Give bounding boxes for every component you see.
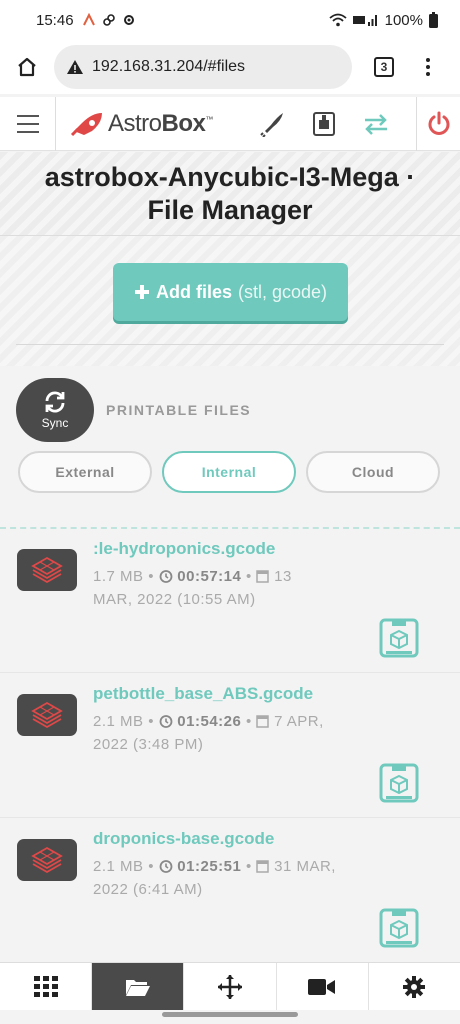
tab-switcher-button[interactable]: 3 xyxy=(374,57,394,77)
link-icon xyxy=(102,14,115,26)
print-file-button[interactable] xyxy=(378,762,420,804)
logo-text-astro: Astro xyxy=(108,109,162,137)
add-files-types: (stl, gcode) xyxy=(237,281,328,302)
hamburger-menu-button[interactable] xyxy=(0,96,56,151)
app-header: AstroBox™ xyxy=(0,96,460,151)
video-camera-icon xyxy=(308,978,336,995)
calendar-icon xyxy=(256,860,270,873)
printable-files-title: PRINTABLE FILES xyxy=(106,402,252,418)
nav-settings[interactable] xyxy=(369,963,460,1010)
layers-model-icon xyxy=(31,556,63,584)
transfer-arrows-icon[interactable] xyxy=(363,113,389,135)
file-thumbnail xyxy=(17,839,77,881)
clock-icon xyxy=(159,860,173,873)
nav-control[interactable] xyxy=(184,963,277,1010)
status-notification-icons xyxy=(82,13,136,27)
file-meta: 2.1 MB • 01:54:26 • 7 APR, 2022 (3:48 PM… xyxy=(93,713,324,753)
storage-tabs: External Internal Cloud xyxy=(18,451,440,493)
file-date-part1: 7 APR, xyxy=(274,713,324,730)
nav-camera[interactable] xyxy=(277,963,369,1010)
file-meta: 2.1 MB • 01:25:51 • 31 MAR, 2022 (6:41 A… xyxy=(93,858,336,898)
file-row[interactable]: :le-hydroponics.gcode 1.7 MB • 00:57:14 … xyxy=(0,531,460,673)
file-row[interactable]: droponics-base.gcode 2.1 MB • 01:25:51 •… xyxy=(0,821,460,963)
file-row[interactable]: petbottle_base_ABS.gcode 2.1 MB • 01:54:… xyxy=(0,676,460,818)
home-icon xyxy=(18,57,36,77)
settings-status-icon xyxy=(123,15,134,25)
tab-external[interactable]: External xyxy=(18,451,152,493)
printer-status-icon[interactable] xyxy=(312,111,335,137)
url-field[interactable]: 192.168.31.204/#files xyxy=(54,45,352,89)
file-date-part2: 2022 (6:41 AM) xyxy=(93,881,203,898)
astrobox-logo[interactable]: AstroBox™ xyxy=(70,110,213,138)
nav-dashboard[interactable] xyxy=(0,963,93,1010)
gesture-bar xyxy=(162,1012,298,1017)
print-file-button[interactable] xyxy=(378,907,420,949)
tab-internal[interactable]: Internal xyxy=(162,451,296,493)
bottom-navigation xyxy=(0,962,460,1010)
gear-icon xyxy=(403,975,426,998)
url-text: 192.168.31.204/#files xyxy=(92,58,246,75)
file-thumbnail xyxy=(17,694,77,736)
home-button[interactable] xyxy=(0,56,54,78)
file-name[interactable]: droponics-base.gcode xyxy=(93,829,274,849)
file-name[interactable]: :le-hydroponics.gcode xyxy=(93,539,275,559)
volte-signal-icon xyxy=(352,15,377,26)
plus-icon xyxy=(134,285,149,299)
add-files-section: Add files (stl, gcode) xyxy=(0,236,460,366)
file-meta: 1.7 MB • 00:57:14 • 13 MAR, 2022 (10:55 … xyxy=(93,568,292,608)
layers-model-icon xyxy=(31,846,63,874)
calendar-icon xyxy=(256,715,270,728)
grid-icon xyxy=(33,975,58,997)
section-divider xyxy=(16,344,444,345)
print-duration: 01:25:51 xyxy=(177,858,242,875)
clock-icon xyxy=(159,570,173,583)
tab-cloud[interactable]: Cloud xyxy=(306,451,440,493)
file-thumbnail xyxy=(17,549,77,591)
browser-toolbar: 192.168.31.204/#files 3 xyxy=(0,40,460,94)
printable-files-header: Sync PRINTABLE FILES xyxy=(16,378,444,442)
file-date-part2: 2022 (3:48 PM) xyxy=(93,736,204,753)
add-files-label: Add files xyxy=(155,281,232,302)
battery-percent: 100% xyxy=(384,11,423,29)
status-time: 15:46 xyxy=(36,11,74,29)
rocket-nav-icon[interactable] xyxy=(259,111,285,137)
file-date-part1: 31 MAR, xyxy=(274,858,336,875)
sync-label: Sync xyxy=(41,416,69,430)
not-secure-warning-icon[interactable] xyxy=(66,59,84,75)
file-date-part2: MAR, 2022 (10:55 AM) xyxy=(93,591,256,608)
browser-menu-button[interactable] xyxy=(426,58,430,76)
print-duration: 00:57:14 xyxy=(177,568,242,585)
file-size: 2.1 MB xyxy=(93,713,144,730)
app-notification-icon xyxy=(82,13,95,26)
sync-icon xyxy=(45,391,65,413)
file-size: 2.1 MB xyxy=(93,858,144,875)
file-name[interactable]: petbottle_base_ABS.gcode xyxy=(93,684,313,704)
nav-files[interactable] xyxy=(92,963,185,1010)
power-button[interactable] xyxy=(416,96,460,151)
page-title-line1: astrobox-Anycubic-I3-Mega · xyxy=(44,162,416,192)
logo-text-box: Box xyxy=(161,109,206,137)
wifi-icon xyxy=(329,13,347,27)
rocket-logo-icon xyxy=(70,112,102,136)
print-duration: 01:54:26 xyxy=(177,713,242,730)
power-icon xyxy=(428,111,449,135)
page-title-line2: File Manager xyxy=(147,195,313,225)
print-file-button[interactable] xyxy=(378,617,420,659)
add-files-button[interactable]: Add files (stl, gcode) xyxy=(113,263,348,321)
file-list: :le-hydroponics.gcode 1.7 MB • 00:57:14 … xyxy=(0,527,460,963)
folder-open-icon xyxy=(125,979,150,996)
layers-model-icon xyxy=(31,701,63,729)
calendar-icon xyxy=(256,570,270,583)
file-size: 1.7 MB xyxy=(93,568,144,585)
file-date-part1: 13 xyxy=(274,568,292,585)
sync-button[interactable]: Sync xyxy=(16,378,94,442)
logo-trademark: ™ xyxy=(205,114,213,124)
move-arrows-icon xyxy=(218,974,242,999)
clock-icon xyxy=(159,715,173,728)
status-bar: 15:46 100% xyxy=(0,0,460,40)
page-title: astrobox-Anycubic-I3-Mega · File Manager xyxy=(0,152,460,236)
battery-icon xyxy=(429,12,438,28)
